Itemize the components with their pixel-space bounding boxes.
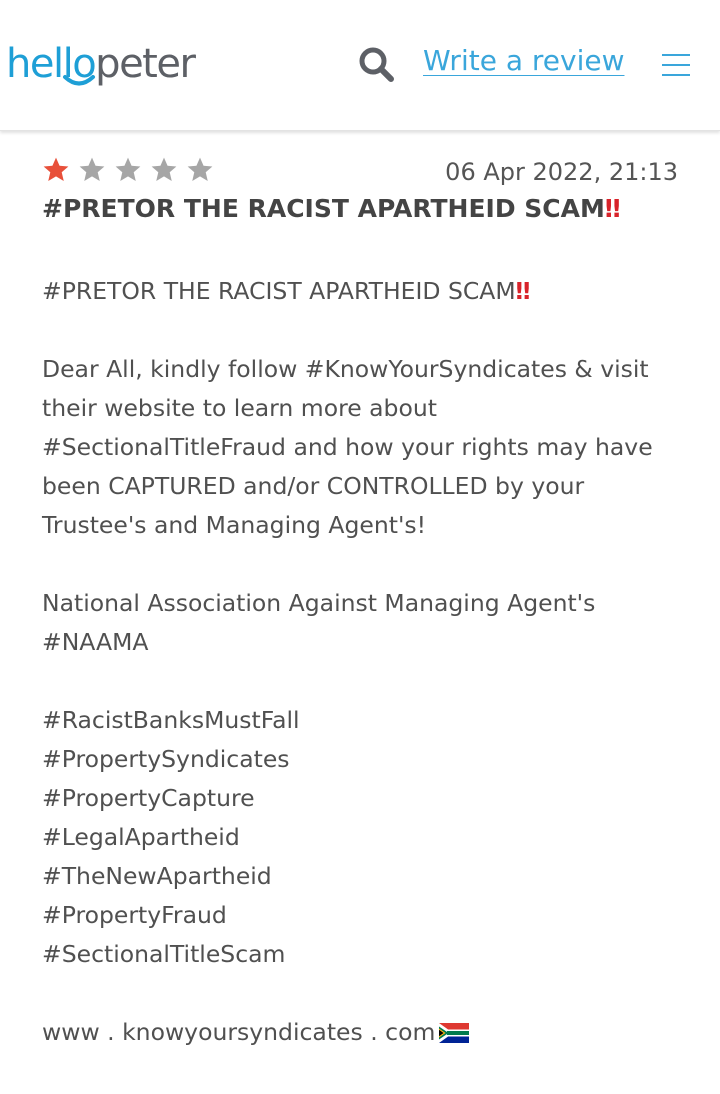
hashtag-line: #TheNewApartheid: [42, 862, 272, 890]
review-body-paragraph: Dear All, kindly follow #KnowYourSyndica…: [42, 350, 682, 545]
star-filled-icon: [42, 156, 70, 184]
write-review-link[interactable]: Write a review: [423, 44, 624, 77]
paragraph-line: #SectionalTitleFraud and how your rights…: [42, 433, 653, 461]
review-card: 06 Apr 2022, 21:13 #PRETOR THE RACIST AP…: [42, 150, 682, 1046]
double-exclamation-icon: ‼: [604, 194, 621, 223]
paragraph-line: been CAPTURED and/or CONTROLLED by your: [42, 472, 585, 500]
logo-wordmark: hellopeter: [6, 34, 216, 94]
menu-bar: [662, 64, 690, 66]
review-body-hashtags: #RacistBanksMustFall #PropertySyndicates…: [42, 701, 682, 974]
menu-bar: [662, 54, 690, 56]
double-exclamation-icon: ‼: [515, 277, 531, 305]
star-empty-icon: [186, 156, 214, 184]
hashtag-line: #PropertyCapture: [42, 784, 255, 812]
review-body-heading: #PRETOR THE RACIST APARTHEID SCAM‼: [42, 272, 682, 311]
logo-peter-text: peter: [95, 41, 196, 87]
review-body-website: www . knowyoursyndicates . com: [42, 1013, 682, 1052]
website-text: www . knowyoursyndicates . com: [42, 1018, 436, 1046]
hashtag-line: #PropertyFraud: [42, 901, 227, 929]
star-rating: [42, 156, 214, 184]
association-line: National Association Against Managing Ag…: [42, 589, 596, 617]
star-empty-icon: [78, 156, 106, 184]
menu-bar: [662, 74, 690, 76]
review-title-text: #PRETOR THE RACIST APARTHEID SCAM: [42, 194, 605, 223]
star-empty-icon: [150, 156, 178, 184]
review-body-association: National Association Against Managing Ag…: [42, 584, 682, 662]
hamburger-menu-button[interactable]: [660, 52, 692, 78]
star-empty-icon: [114, 156, 142, 184]
hashtag-line: #PropertySyndicates: [42, 745, 290, 773]
hashtag-line: #LegalApartheid: [42, 823, 240, 851]
hellopeter-logo[interactable]: hellopeter: [6, 34, 216, 94]
body-heading-text: #PRETOR THE RACIST APARTHEID SCAM: [42, 277, 516, 305]
search-icon: [359, 47, 394, 82]
paragraph-line: their website to learn more about: [42, 394, 437, 422]
hashtag-line: #SectionalTitleScam: [42, 940, 286, 968]
paragraph-line: Trustee's and Managing Agent's!: [42, 511, 427, 539]
south-africa-flag-icon: [439, 1023, 470, 1043]
site-header: hellopeter Write a review: [0, 0, 720, 131]
logo-smile-icon: [63, 75, 95, 86]
paragraph-line: Dear All, kindly follow #KnowYourSyndica…: [42, 355, 649, 383]
search-button[interactable]: [357, 45, 397, 85]
review-date: 06 Apr 2022, 21:13: [445, 158, 678, 186]
review-title[interactable]: #PRETOR THE RACIST APARTHEID SCAM‼: [42, 194, 621, 223]
hashtag-line: #RacistBanksMustFall: [42, 706, 300, 734]
association-line: #NAAMA: [42, 628, 149, 656]
review-rating-row: 06 Apr 2022, 21:13: [42, 150, 682, 194]
